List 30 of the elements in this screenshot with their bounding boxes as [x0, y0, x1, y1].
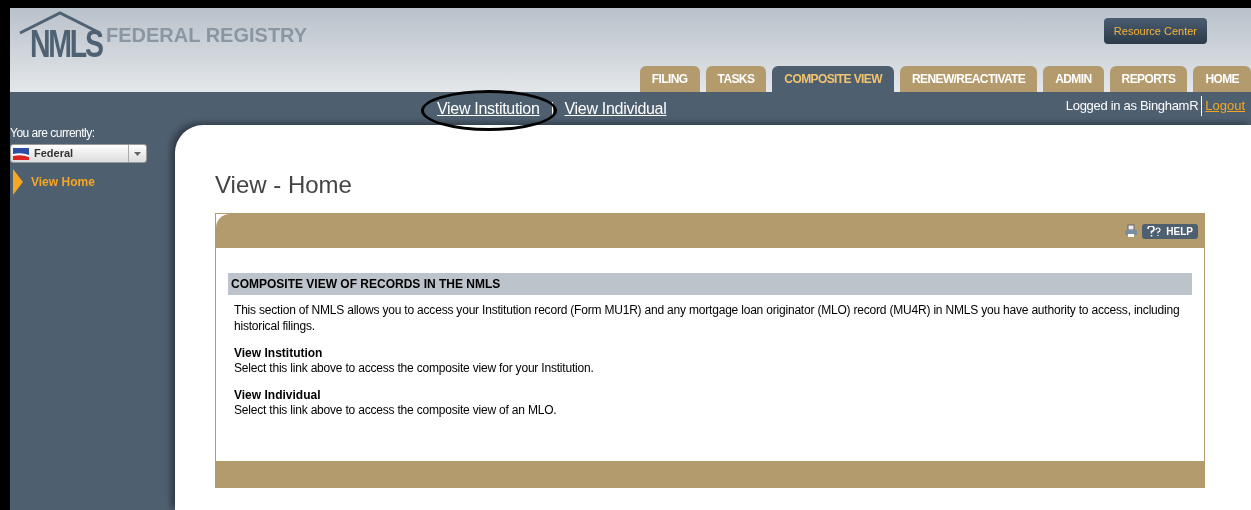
site-title: FEDERAL REGISTRY: [106, 23, 308, 48]
section-heading: COMPOSITE VIEW OF RECORDS IN THE NMLS: [228, 273, 1192, 295]
nav-tab[interactable]: RENEW/REACTIVATE: [899, 66, 1038, 92]
flag-icon: [13, 147, 29, 160]
nav-tab[interactable]: ADMIN: [1043, 66, 1104, 92]
entry-title: View Institution: [234, 346, 324, 361]
view-link[interactable]: View Institution: [437, 100, 540, 117]
question-icon: [1147, 225, 1164, 237]
intro-paragraph: This section of NMLS allows you to access your Institution record (Form MU1R) and any mortgage loan originator (MLO) record (MU4R) in NMLS you have authority to access, including historical filings.: [233, 302, 1181, 334]
nav-tab[interactable]: REPORTS: [1109, 66, 1188, 92]
entry-description: Select this link above to access the composite view for your Institution.: [234, 361, 595, 376]
sidebar-item[interactable]: View Home: [10, 169, 175, 195]
logged-in-text: Logged in as BinghamR: [1065, 96, 1203, 116]
logout-link[interactable]: Logout: [1205, 96, 1245, 116]
help-button[interactable]: HELP: [1142, 223, 1198, 239]
triangle-marker-icon: [13, 169, 23, 195]
nav-tab[interactable]: FILING: [639, 66, 700, 92]
resource-center-button[interactable]: Resource Center: [1103, 18, 1207, 44]
sidebar-label: You are currently:: [10, 125, 96, 142]
entry-description: Select this link above to access the composite view of an MLO.: [234, 403, 558, 418]
print-icon[interactable]: [1124, 224, 1139, 238]
select-value: Federal: [34, 146, 75, 162]
nav-tab[interactable]: COMPOSITE VIEW: [772, 66, 894, 92]
view-link[interactable]: View Individual: [564, 100, 667, 117]
jurisdiction-select[interactable]: Federal: [10, 144, 147, 163]
entry-title: View Individual: [234, 388, 322, 403]
nav-tab[interactable]: HOME: [1193, 66, 1251, 92]
nav-tab[interactable]: TASKS: [705, 66, 767, 92]
page-title: View - Home: [215, 171, 353, 199]
logo-text: NMLS: [30, 23, 102, 65]
